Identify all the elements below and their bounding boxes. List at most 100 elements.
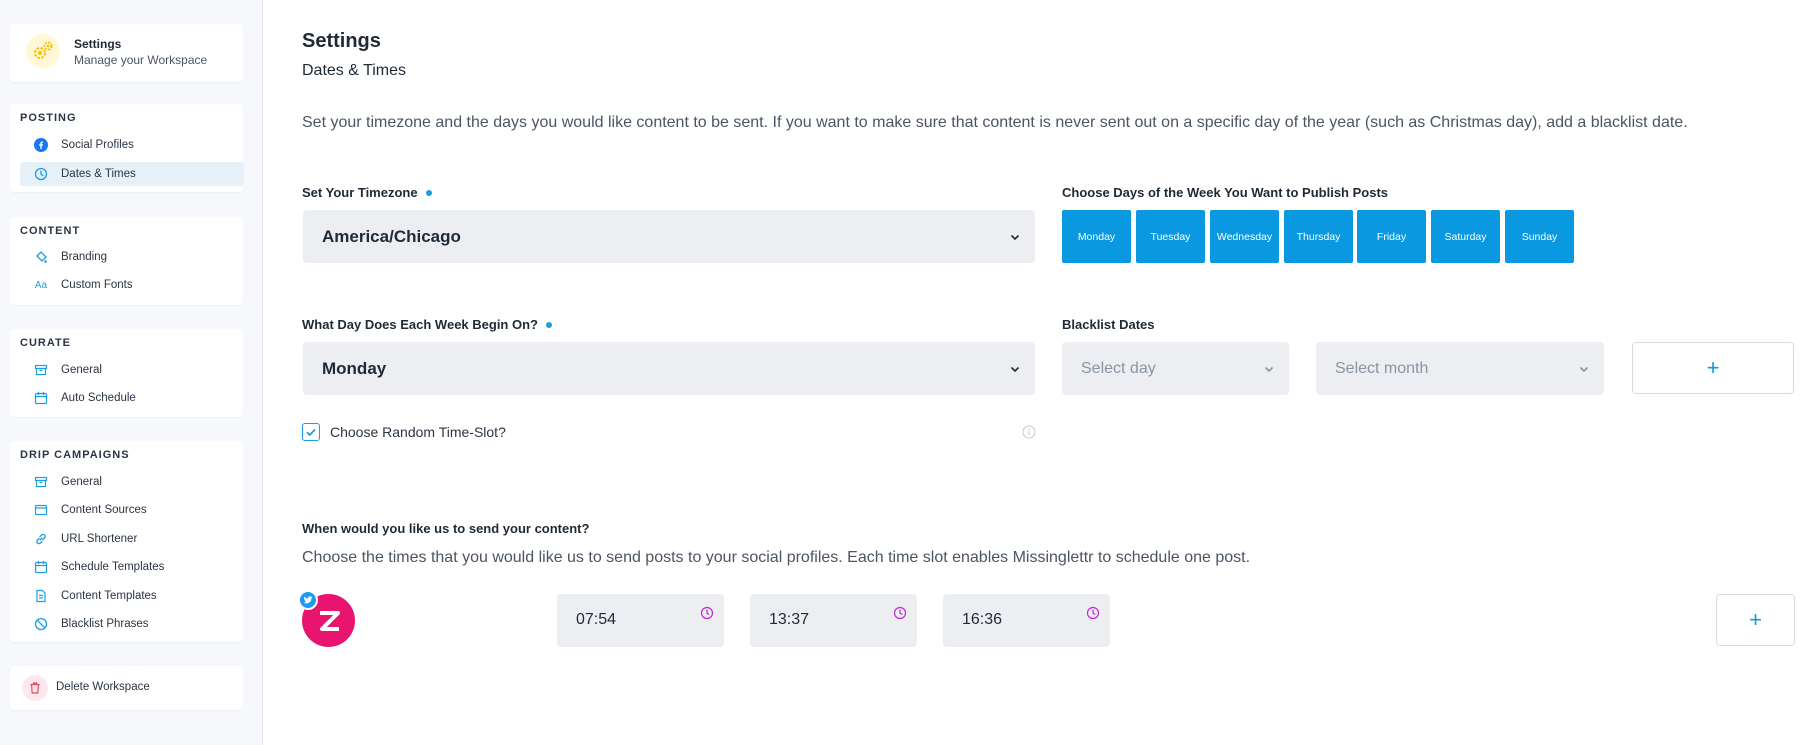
day-button-thursday[interactable]: Thursday [1284, 210, 1353, 263]
window-icon [34, 503, 48, 517]
box-icon [34, 363, 48, 377]
sidebar-item-drip-general[interactable]: General [20, 470, 244, 494]
time-slot[interactable]: 13:37 [750, 594, 917, 647]
timezone-label-text: Set Your Timezone [302, 185, 418, 200]
sidebar-item-label: Schedule Templates [61, 561, 165, 573]
section-title-curate: CURATE [20, 337, 72, 349]
page-title: Settings [302, 30, 381, 52]
sidebar-item-label: General [61, 476, 102, 488]
clock-icon [893, 606, 907, 620]
timezone-select[interactable]: America/Chicago [303, 210, 1035, 263]
chevron-down-icon [1578, 363, 1590, 375]
random-time-slot-label: Choose Random Time-Slot? [330, 424, 506, 440]
required-dot [425, 189, 432, 196]
workspace-subtitle: Manage your Workspace [74, 53, 208, 67]
posting-card: POSTING Social Profiles Dates & Times [10, 104, 244, 192]
sidebar-item-label: Branding [61, 251, 108, 263]
ban-icon [34, 617, 48, 631]
sidebar: Settings Manage your Workspace POSTING S… [0, 0, 263, 745]
blacklist-day-select[interactable]: Select day [1062, 342, 1289, 395]
blacklist-month-placeholder: Select month [1335, 359, 1429, 377]
section-title-drip-campaigns: DRIP CAMPAIGNS [20, 449, 130, 461]
page-description: Set your timezone and the days you would… [302, 114, 1688, 131]
delete-workspace-label: Delete Workspace [56, 681, 150, 693]
time-slot-value: 07:54 [576, 611, 617, 628]
schedule-question: When would you like us to send your cont… [302, 521, 590, 536]
section-title-content: CONTENT [20, 225, 81, 237]
sidebar-item-label: Content Sources [61, 504, 147, 516]
random-time-slot-checkbox[interactable] [302, 423, 320, 441]
sidebar-item-social-profiles[interactable]: Social Profiles [20, 133, 244, 157]
main-content: Settings Dates & Times Set your timezone… [264, 0, 1807, 745]
sidebar-item-schedule-templates[interactable]: Schedule Templates [20, 555, 244, 579]
sidebar-item-content-templates[interactable]: Content Templates [20, 584, 244, 608]
required-dot [545, 321, 552, 328]
sidebar-item-label: General [61, 364, 102, 376]
delete-workspace-button[interactable]: Delete Workspace [10, 666, 243, 710]
calendar-icon [34, 560, 48, 574]
sidebar-item-label: Social Profiles [61, 139, 134, 151]
drip-campaigns-card: DRIP CAMPAIGNS General Content Sources U… [10, 441, 243, 642]
clock-icon [34, 167, 48, 181]
facebook-icon [34, 138, 48, 152]
sidebar-item-dates-times[interactable]: Dates & Times [20, 162, 244, 186]
sidebar-item-label: Custom Fonts [61, 279, 133, 291]
time-slot-value: 16:36 [962, 611, 1003, 628]
font-icon: Aa [34, 279, 48, 291]
sidebar-item-blacklist-phrases[interactable]: Blacklist Phrases [20, 612, 244, 636]
add-blacklist-date-button[interactable]: + [1632, 342, 1794, 394]
day-button-saturday[interactable]: Saturday [1431, 210, 1500, 263]
day-button-tuesday[interactable]: Tuesday [1136, 210, 1205, 263]
blacklist-day-placeholder: Select day [1081, 359, 1156, 377]
sidebar-item-url-shortener[interactable]: URL Shortener [20, 527, 244, 551]
gears-icon [26, 34, 60, 68]
link-icon [34, 532, 48, 546]
document-icon [34, 589, 48, 603]
sidebar-item-label: Auto Schedule [61, 392, 136, 404]
paint-bucket-icon [34, 250, 48, 264]
box-icon [34, 475, 48, 489]
timezone-value: America/Chicago [322, 226, 461, 246]
week-start-select[interactable]: Monday [303, 342, 1035, 395]
clock-icon [700, 606, 714, 620]
add-time-slot-button[interactable]: + [1716, 594, 1795, 646]
workspace-card[interactable]: Settings Manage your Workspace [10, 24, 243, 82]
time-slot[interactable]: 07:54 [557, 594, 724, 647]
week-start-label-text: What Day Does Each Week Begin On? [302, 317, 538, 332]
time-slot[interactable]: 16:36 [943, 594, 1110, 647]
workspace-title: Settings [74, 37, 122, 51]
page-subtitle: Dates & Times [302, 62, 407, 79]
blacklist-dates-label: Blacklist Dates [1062, 317, 1155, 332]
day-button-sunday[interactable]: Sunday [1505, 210, 1574, 263]
sidebar-item-branding[interactable]: Branding [20, 245, 244, 269]
calendar-icon [34, 391, 48, 405]
clock-icon [1086, 606, 1100, 620]
checkmark-icon [306, 428, 316, 437]
sidebar-item-content-sources[interactable]: Content Sources [20, 498, 244, 522]
week-start-value: Monday [322, 358, 387, 378]
publish-days-label: Choose Days of the Week You Want to Publ… [1062, 185, 1389, 200]
time-slot-value: 13:37 [769, 611, 810, 628]
sidebar-item-auto-schedule[interactable]: Auto Schedule [20, 386, 244, 410]
sidebar-item-curate-general[interactable]: General [20, 358, 244, 382]
curate-card: CURATE General Auto Schedule [10, 329, 243, 417]
twitter-icon [298, 590, 318, 610]
chevron-down-icon [1263, 363, 1275, 375]
sidebar-item-label: Blacklist Phrases [61, 618, 149, 630]
day-button-wednesday[interactable]: Wednesday [1210, 210, 1279, 263]
sidebar-item-label: Dates & Times [61, 168, 136, 180]
trash-icon [22, 675, 48, 701]
schedule-description: Choose the times that you would like us … [302, 549, 1251, 566]
profile-logo-icon [319, 610, 340, 631]
day-button-friday[interactable]: Friday [1357, 210, 1426, 263]
week-start-label: What Day Does Each Week Begin On? [302, 317, 552, 332]
blacklist-month-select[interactable]: Select month [1316, 342, 1604, 395]
sidebar-item-label: URL Shortener [61, 533, 138, 545]
sidebar-item-label: Content Templates [61, 590, 157, 602]
content-card: CONTENT Branding Aa Custom Fonts [10, 217, 243, 305]
info-icon[interactable] [1022, 425, 1036, 439]
section-title-posting: POSTING [20, 112, 77, 124]
chevron-down-icon [1009, 231, 1021, 243]
sidebar-item-custom-fonts[interactable]: Aa Custom Fonts [20, 273, 244, 297]
day-button-monday[interactable]: Monday [1062, 210, 1131, 263]
